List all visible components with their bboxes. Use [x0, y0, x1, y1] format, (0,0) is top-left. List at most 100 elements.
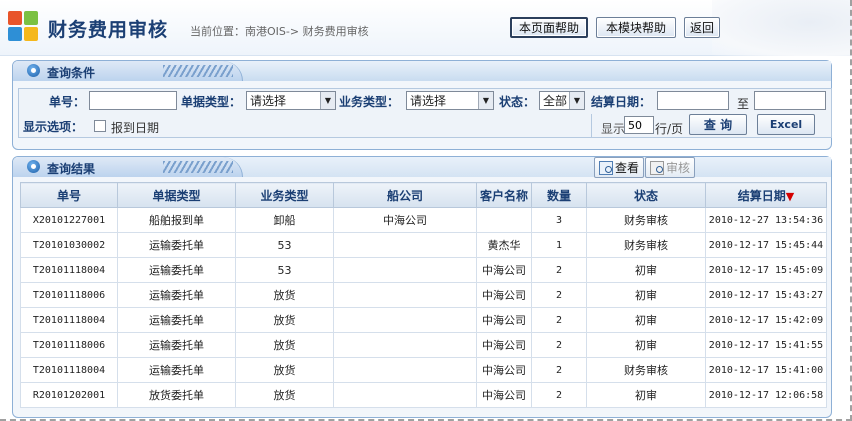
cell-status: 初审	[586, 332, 706, 358]
per-page-label: 行/页	[655, 122, 684, 136]
col-status[interactable]: 状态	[586, 182, 706, 208]
cell-doc-type: 运输委托单	[117, 357, 236, 383]
view-button[interactable]: 查看	[594, 157, 645, 178]
cell-biz-type: 53	[235, 232, 334, 258]
cell-doc-type: 运输委托单	[117, 282, 236, 308]
cell-status: 初审	[586, 282, 706, 308]
col-biz-type[interactable]: 业务类型	[235, 182, 334, 208]
cell-quantity: 2	[531, 282, 587, 308]
table-row[interactable]: T20101118004 运输委托单 放货 中海公司 2 财务审核 2010-12-17 1…	[20, 357, 827, 383]
table-row[interactable]: T20101118004 运输委托单 放货 中海公司 2 初审 2010-12-17 15:…	[20, 307, 827, 333]
cell-ship-company	[333, 332, 477, 358]
cell-doc-type: 运输委托单	[117, 257, 236, 283]
table-row[interactable]: T20101030002 运输委托单 53 黄杰华 1 财务审核 2010-12-17 15…	[20, 232, 827, 258]
back-button[interactable]: 返回	[684, 17, 720, 38]
cell-settle-date: 2010-12-27 13:54:36	[705, 207, 827, 233]
cell-status: 初审	[586, 307, 706, 333]
cell-customer: 中海公司	[476, 382, 532, 408]
cell-status: 财务审核	[586, 207, 706, 233]
table-row[interactable]: R20101202001 放货委托单 放货 中海公司 2 初审 2010-12-17 12:…	[20, 382, 827, 408]
excel-button[interactable]: Excel	[757, 114, 815, 135]
cell-ship-company	[333, 307, 477, 333]
settle-date-from-input[interactable]	[657, 91, 729, 110]
search-button[interactable]: 查 询	[689, 114, 747, 135]
cell-customer	[476, 207, 532, 233]
cell-doc-no: X20101227001	[20, 207, 118, 233]
panel-circle-icon	[27, 160, 40, 173]
doc-type-label: 单据类型：	[181, 95, 242, 109]
table-row[interactable]: X20101227001 船舶报到单 卸船 中海公司 3 财务审核 2010-12-27 1…	[20, 207, 827, 233]
cell-ship-company	[333, 232, 477, 258]
doc-type-select[interactable]: 请选择 ▼	[246, 91, 336, 110]
page-help-button[interactable]: 本页面帮助	[510, 17, 588, 38]
biz-type-value: 请选择	[410, 94, 447, 108]
page-title: 财务费用审核	[48, 19, 169, 41]
display-options-label: 显示选项：	[23, 120, 84, 134]
col-doc-type[interactable]: 单据类型	[117, 182, 236, 208]
cell-quantity: 1	[531, 232, 587, 258]
table-row[interactable]: T20101118006 运输委托单 放货 中海公司 2 初审 2010-12-17 15:…	[20, 282, 827, 308]
cell-status: 财务审核	[586, 232, 706, 258]
page-size-input[interactable]	[624, 116, 654, 134]
cell-customer: 中海公司	[476, 307, 532, 333]
settle-date-to-input[interactable]	[754, 91, 826, 110]
cell-settle-date: 2010-12-17 15:45:44	[705, 232, 827, 258]
status-value: 全部	[543, 94, 568, 108]
cell-doc-no: T20101118004	[20, 357, 118, 383]
cell-settle-date: 2010-12-17 12:06:58	[705, 382, 827, 408]
cell-doc-no: R20101202001	[20, 382, 118, 408]
audit-button-label: 审核	[666, 161, 691, 175]
cell-doc-type: 运输委托单	[117, 307, 236, 333]
cell-doc-type: 放货委托单	[117, 382, 236, 408]
cell-ship-company	[333, 257, 477, 283]
biz-type-select[interactable]: 请选择 ▼	[406, 91, 494, 110]
cell-status: 初审	[586, 257, 706, 283]
table-row[interactable]: T20101118004 运输委托单 53 中海公司 2 初审 2010-12-17 15:…	[20, 257, 827, 283]
doc-no-input[interactable]	[89, 91, 177, 110]
cell-doc-type: 运输委托单	[117, 232, 236, 258]
chevron-down-icon: ▼	[320, 92, 335, 109]
cell-biz-type: 放货	[235, 357, 334, 383]
cell-ship-company: 中海公司	[333, 207, 477, 233]
doc-type-value: 请选择	[250, 94, 287, 108]
cell-settle-date: 2010-12-17 15:41:55	[705, 332, 827, 358]
cell-quantity: 2	[531, 257, 587, 283]
audit-button[interactable]: 审核	[645, 157, 696, 178]
col-ship-company[interactable]: 船公司	[333, 182, 477, 208]
col-settle-date[interactable]: 结算日期▼	[705, 182, 827, 208]
view-button-label: 查看	[615, 161, 640, 175]
cell-doc-type: 船舶报到单	[117, 207, 236, 233]
table-row[interactable]: T20101118006 运输委托单 放货 中海公司 2 初审 2010-12-17 15:…	[20, 332, 827, 358]
cell-quantity: 2	[531, 357, 587, 383]
cell-ship-company	[333, 382, 477, 408]
cell-customer: 中海公司	[476, 332, 532, 358]
cell-ship-company	[333, 282, 477, 308]
cell-biz-type: 卸船	[235, 207, 334, 233]
report-date-checkbox[interactable]	[94, 120, 106, 132]
cell-doc-no: T20101118004	[20, 257, 118, 283]
page-header: 财务费用审核 当前位置：南港OIS-> 财务费用审核 本页面帮助 本模块帮助 返…	[0, 0, 852, 56]
col-settle-date-label: 结算日期	[737, 188, 786, 203]
col-doc-no[interactable]: 单号	[20, 182, 118, 208]
cell-quantity: 3	[531, 207, 587, 233]
settle-date-label: 结算日期：	[591, 95, 652, 109]
biz-type-label: 业务类型：	[339, 95, 400, 109]
cell-settle-date: 2010-12-17 15:42:09	[705, 307, 827, 333]
cell-customer: 黄杰华	[476, 232, 532, 258]
module-help-button[interactable]: 本模块帮助	[596, 17, 676, 38]
page-show-label: 显示	[601, 122, 626, 136]
col-customer[interactable]: 客户名称	[476, 182, 532, 208]
cell-biz-type: 放货	[235, 307, 334, 333]
header-decoration	[712, 0, 852, 56]
doc-no-label: 单号：	[49, 95, 86, 109]
cell-doc-no: T20101118006	[20, 332, 118, 358]
cell-settle-date: 2010-12-17 15:45:09	[705, 257, 827, 283]
cell-biz-type: 放货	[235, 332, 334, 358]
cell-doc-no: T20101030002	[20, 232, 118, 258]
col-quantity[interactable]: 数量	[531, 182, 587, 208]
cell-quantity: 2	[531, 307, 587, 333]
cell-customer: 中海公司	[476, 357, 532, 383]
chevron-down-icon: ▼	[569, 92, 584, 109]
report-date-label: 报到日期	[111, 121, 160, 135]
status-select[interactable]: 全部 ▼	[539, 91, 585, 110]
